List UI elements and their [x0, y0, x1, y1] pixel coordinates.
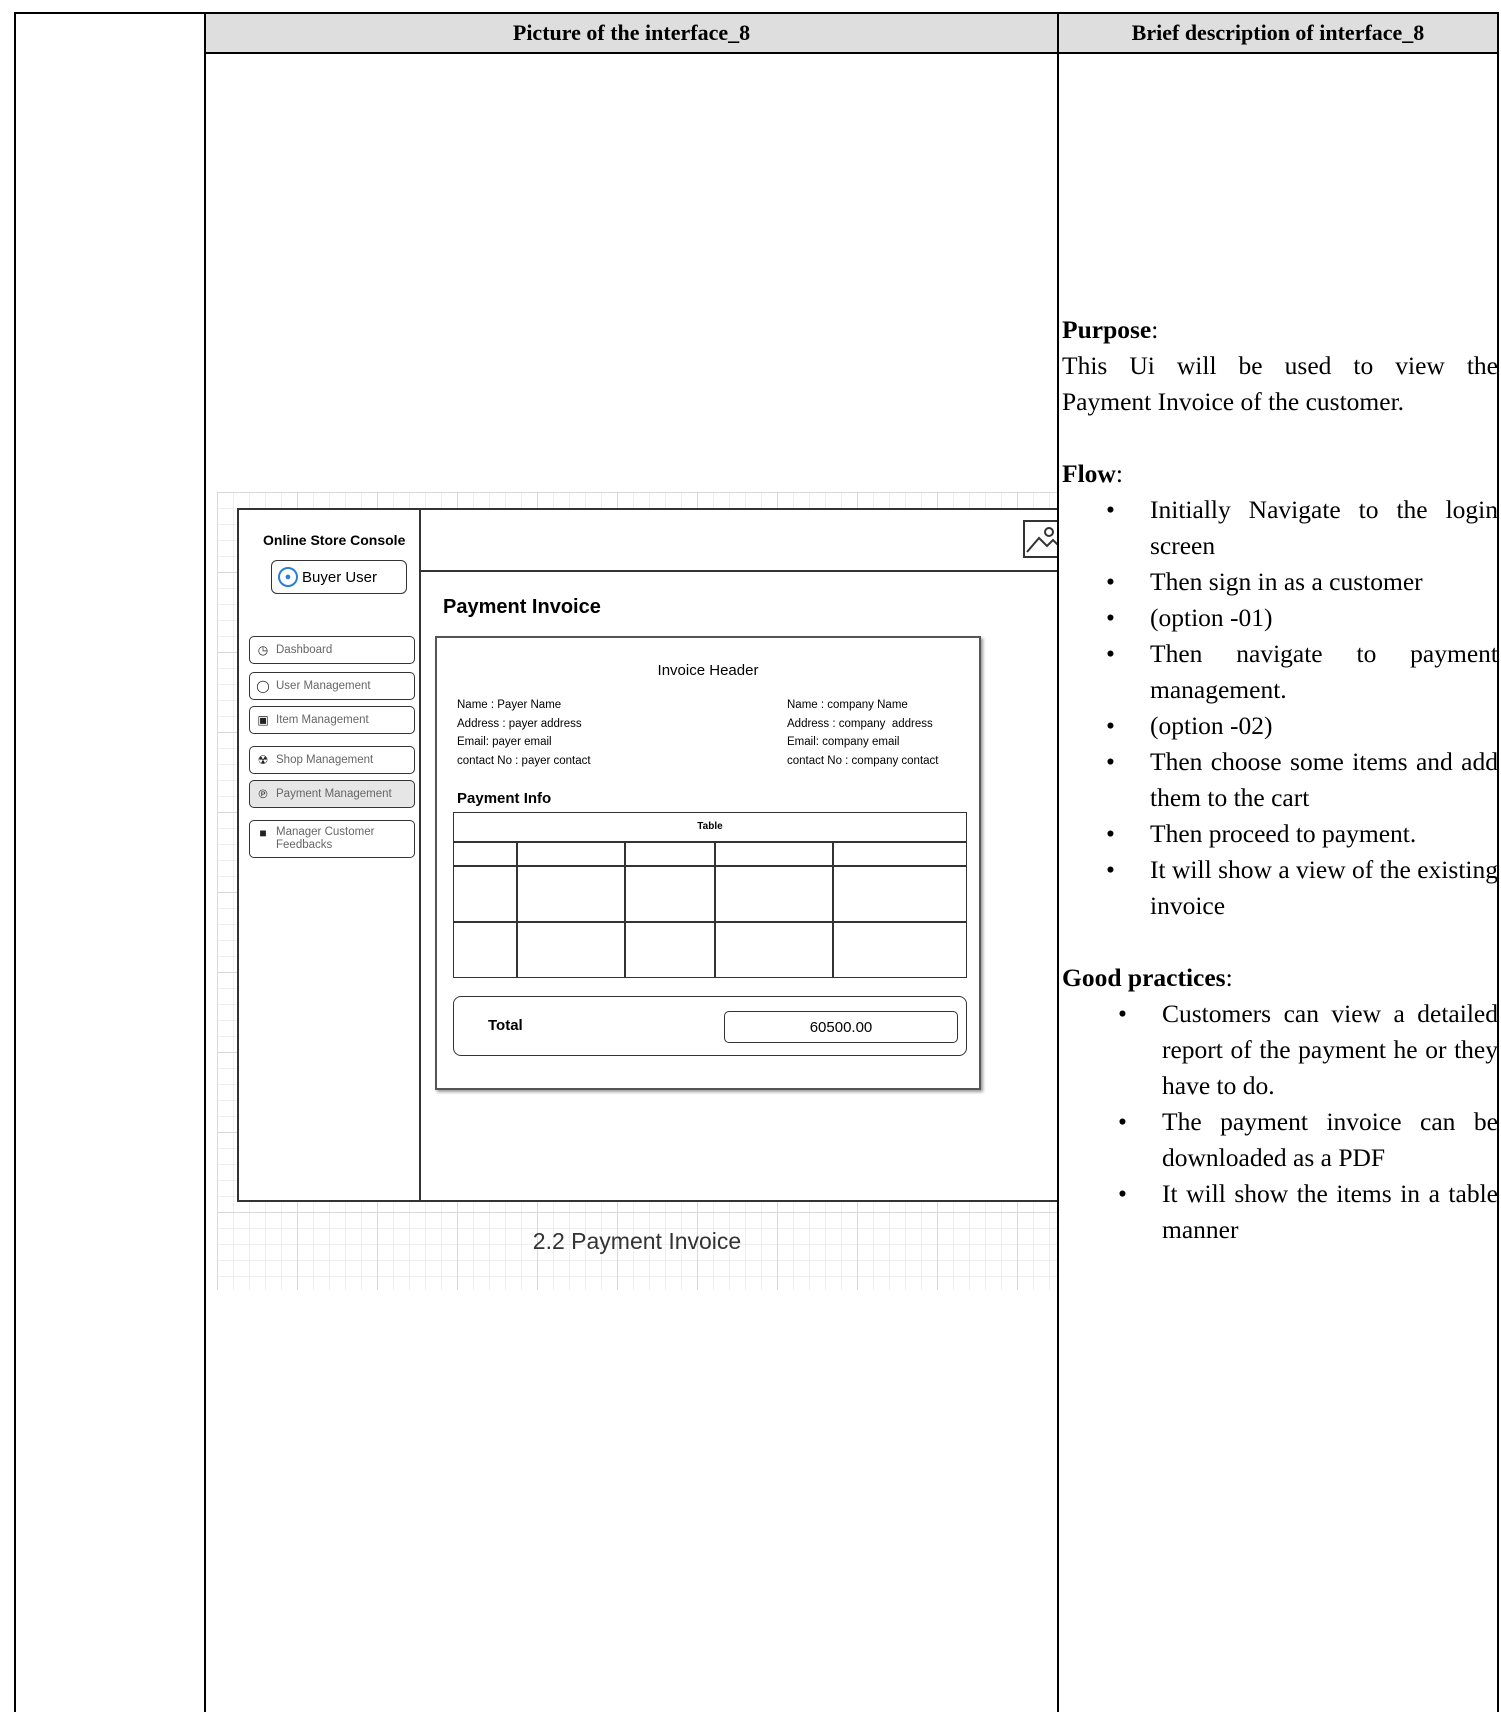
user-icon: ◯	[256, 679, 270, 693]
table-row-divider	[454, 841, 966, 843]
image-placeholder-icon[interactable]	[1023, 520, 1057, 558]
user-badge-icon: ●	[278, 567, 298, 587]
payer-email: Email: payer email	[457, 736, 552, 748]
payer-name: Name : Payer Name	[457, 699, 562, 711]
sidebar: Online Store Console ● Buyer User ◷ Dash…	[239, 510, 421, 1200]
list-item: • The payment invoice can be downloaded a…	[1118, 1107, 1498, 1172]
table-row-divider	[454, 921, 966, 923]
nav-payment-management[interactable]: ℗ Payment Management	[249, 780, 415, 808]
table-col-divider	[624, 842, 626, 977]
description-cell: Purpose: This Ui will be used to view th…	[1062, 312, 1498, 1248]
buyer-user-button[interactable]: ● Buyer User	[271, 560, 407, 594]
good-practices-list: • Customers can view a detailed report of…	[1118, 996, 1498, 1248]
nav-user-management[interactable]: ◯ User Management	[249, 672, 415, 700]
topbar	[421, 510, 1057, 572]
payment-icon: ℗	[258, 787, 268, 801]
item-icon: ▣	[257, 713, 269, 727]
purpose-text-line2: Payment Invoice of the customer.	[1062, 387, 1405, 416]
feedback-icon: ■	[259, 826, 267, 840]
company-name: Name : company Name	[787, 699, 908, 711]
console-title: Online Store Console	[263, 532, 406, 548]
ui-mockup: Online Store Console ● Buyer User ◷ Dash…	[217, 492, 1057, 1290]
total-value-field[interactable]: 60500.00	[724, 1011, 958, 1043]
list-item: • Then proceed to payment.	[1106, 819, 1417, 848]
list-item: • (option -01)	[1106, 603, 1273, 632]
company-address: Address : company address	[787, 717, 933, 730]
payer-address: Address : payer address	[457, 717, 582, 730]
company-contact: contact No : company contact	[787, 754, 939, 767]
cart-icon: ☢	[257, 753, 269, 767]
company-details: Name : company Name Address : company ad…	[787, 696, 939, 770]
nav-label: Manager Customer Feedbacks	[276, 826, 375, 851]
nav-label: Payment Management	[276, 788, 392, 800]
column-header-description: Brief description of interface_8	[1059, 14, 1497, 52]
list-item: • Then sign in as a customer	[1106, 567, 1423, 596]
purpose-title: Purpose	[1062, 315, 1152, 344]
nav-label: User Management	[276, 680, 371, 692]
list-item: • Then choose some items and add them to …	[1106, 747, 1498, 812]
list-item: • It will show a view of the existing inv…	[1106, 855, 1498, 920]
good-practices-title: Good practices	[1062, 963, 1226, 992]
column-header-picture: Picture of the interface_8	[206, 14, 1057, 52]
purpose-text-line1: This Ui will be used to view the	[1062, 351, 1498, 380]
list-item: • Customers can view a detailed report of…	[1118, 999, 1498, 1100]
buyer-user-label: Buyer User	[302, 568, 378, 586]
figure-caption: 2.2 Payment Invoice	[532, 1228, 742, 1254]
nav-label: Item Management	[276, 714, 369, 726]
dashboard-gauge-icon: ◷	[257, 643, 269, 657]
nav-customer-feedbacks[interactable]: ■ Manager Customer Feedbacks	[249, 820, 415, 858]
table-row-divider	[454, 865, 966, 867]
nav-shop-management[interactable]: ☢ Shop Management	[249, 746, 415, 774]
total-label: Total	[488, 1017, 523, 1034]
payment-items-table: Table	[453, 812, 967, 978]
header-divider	[204, 52, 1499, 54]
page-title: Payment Invoice	[443, 596, 601, 618]
nav-dashboard[interactable]: ◷ Dashboard	[249, 636, 415, 664]
payment-info-label: Payment Info	[457, 790, 552, 807]
invoice-header: Invoice Header	[657, 662, 759, 679]
payer-contact: contact No : payer contact	[457, 754, 591, 767]
list-item: • It will show the items in a table manne…	[1118, 1179, 1498, 1244]
table-col-divider	[516, 842, 518, 977]
table-col-divider	[714, 842, 716, 977]
invoice-panel: Invoice Header Name : Payer Name Address…	[435, 636, 981, 1090]
nav-label: Dashboard	[276, 644, 333, 656]
nav-label: Shop Management	[276, 754, 374, 766]
flow-title: Flow	[1062, 459, 1116, 488]
list-item: • Then navigate to payment management.	[1106, 639, 1498, 704]
console-window: Online Store Console ● Buyer User ◷ Dash…	[237, 508, 1057, 1202]
payer-details: Name : Payer Name Address : payer addres…	[457, 696, 591, 770]
column-divider	[204, 12, 206, 1712]
flow-list: • Initially Navigate to the login screen …	[1106, 492, 1498, 924]
column-divider	[1057, 12, 1059, 1712]
table-col-divider	[832, 842, 834, 977]
nav-item-management[interactable]: ▣ Item Management	[249, 706, 415, 734]
list-item: • Initially Navigate to the login screen	[1106, 495, 1498, 560]
table-caption: Table	[697, 821, 723, 832]
total-section: Total 60500.00	[453, 996, 967, 1056]
list-item: • (option -02)	[1106, 711, 1273, 740]
company-email: Email: company email	[787, 736, 900, 748]
